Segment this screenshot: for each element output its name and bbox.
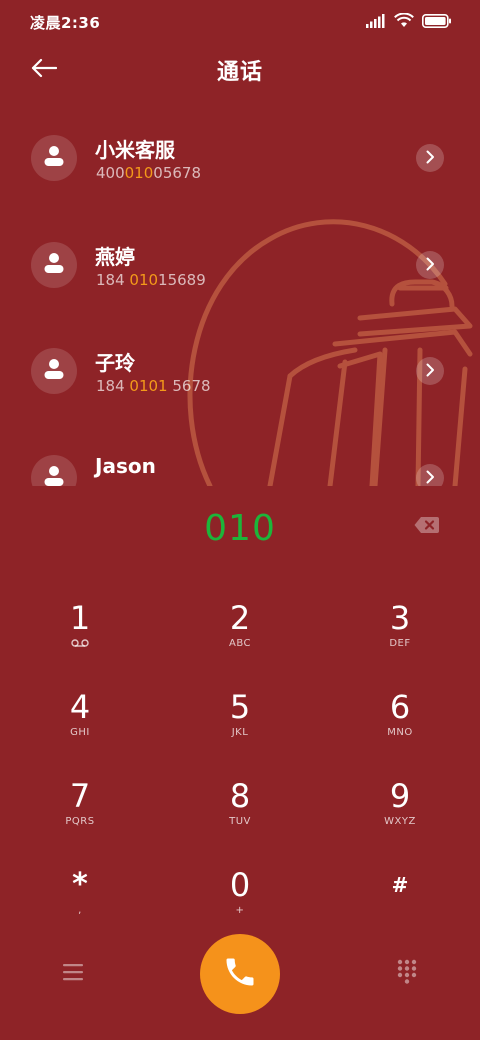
key-digit: 1 (69, 599, 91, 637)
key-letters: PQRS (65, 816, 95, 827)
contact-item[interactable]: Jason (0, 424, 480, 486)
contact-name: 子玲 (95, 351, 135, 375)
contact-item[interactable]: 子玲 184 0101 5678 (0, 317, 480, 407)
key-0[interactable]: 0 + (160, 857, 320, 946)
contact-name: 小米客服 (95, 138, 175, 162)
key-digit: # (391, 873, 409, 897)
dialed-digits: 010 (204, 507, 276, 549)
key-4[interactable]: 4 GHI (0, 679, 160, 768)
key-3[interactable]: 3 DEF (320, 590, 480, 679)
contact-name: 燕婷 (95, 245, 135, 269)
back-button[interactable] (26, 54, 62, 86)
key-digit: 2 (229, 599, 251, 637)
contact-number: 184 01015689 (96, 271, 206, 289)
battery-icon (422, 13, 452, 32)
contact-detail-button[interactable] (416, 144, 444, 172)
key-letters: WXYZ (384, 816, 416, 827)
key-7[interactable]: 7 PQRS (0, 768, 160, 857)
person-icon (43, 358, 65, 384)
key-letters: JKL (231, 727, 249, 738)
avatar (31, 455, 77, 486)
avatar (31, 348, 77, 394)
digit-display: 010 (0, 500, 480, 556)
key-digit: 5 (229, 688, 251, 726)
delete-button[interactable] (412, 516, 442, 538)
header: 通话 (0, 44, 480, 96)
key-letters: GHI (70, 727, 90, 738)
contact-item[interactable]: 燕婷 184 01015689 (0, 211, 480, 301)
keypad: 1 2 ABC 3 DEF 4 GHI 5 JKL 6 MNO 7 PQRS 8… (0, 590, 480, 946)
key-letters: , (78, 905, 82, 916)
key-5[interactable]: 5 JKL (160, 679, 320, 768)
avatar (31, 242, 77, 288)
key-digit: 8 (229, 777, 251, 815)
key-star[interactable]: * , (0, 857, 160, 946)
status-icons (366, 12, 452, 32)
voicemail-icon (71, 638, 89, 650)
person-icon (43, 145, 65, 171)
key-hash[interactable]: # (320, 857, 480, 946)
person-icon (43, 465, 65, 486)
status-bar: 凌晨2:36 (0, 0, 480, 44)
avatar (31, 135, 77, 181)
key-digit: 7 (69, 777, 91, 815)
page-title: 通话 (216, 60, 263, 85)
contact-number: 40001005678 (96, 164, 201, 182)
bottom-bar (0, 934, 480, 1016)
dialpad-toggle-button[interactable] (394, 959, 420, 989)
chevron-right-icon (425, 362, 435, 381)
arrow-left-icon (31, 58, 58, 82)
call-button[interactable] (200, 934, 280, 1014)
key-digit: 9 (389, 777, 411, 815)
contact-detail-button[interactable] (416, 251, 444, 279)
phone-icon (222, 954, 258, 994)
wifi-icon (394, 12, 414, 32)
chevron-right-icon (425, 256, 435, 275)
key-digit: * (72, 867, 88, 902)
chevron-right-icon (425, 469, 435, 487)
key-letters: MNO (387, 727, 413, 738)
contact-detail-button[interactable] (416, 357, 444, 385)
person-icon (43, 252, 65, 278)
key-8[interactable]: 8 TUV (160, 768, 320, 857)
key-letters: DEF (389, 638, 411, 649)
status-time: 凌晨2:36 (30, 13, 101, 32)
contact-number: 184 0101 5678 (96, 377, 211, 395)
menu-icon (63, 963, 83, 985)
key-letters: TUV (229, 816, 251, 827)
backspace-icon (414, 516, 440, 538)
contact-item[interactable]: 小米客服 40001005678 (0, 104, 480, 194)
key-6[interactable]: 6 MNO (320, 679, 480, 768)
contact-name: Jason (95, 454, 156, 478)
key-digit: 6 (389, 688, 411, 726)
key-digit: 3 (389, 599, 411, 637)
menu-button[interactable] (60, 960, 86, 988)
contact-list: 小米客服 40001005678 燕婷 184 01015689 子玲 184 … (0, 104, 480, 486)
key-9[interactable]: 9 WXYZ (320, 768, 480, 857)
key-2[interactable]: 2 ABC (160, 590, 320, 679)
key-1[interactable]: 1 (0, 590, 160, 679)
key-letters: + (235, 905, 245, 916)
signal-icon (366, 13, 386, 32)
key-digit: 4 (69, 688, 91, 726)
contact-detail-button[interactable] (416, 464, 444, 486)
key-digit: 0 (229, 866, 251, 904)
chevron-right-icon (425, 149, 435, 168)
key-letters: ABC (228, 638, 251, 649)
dialpad-icon (397, 959, 417, 989)
